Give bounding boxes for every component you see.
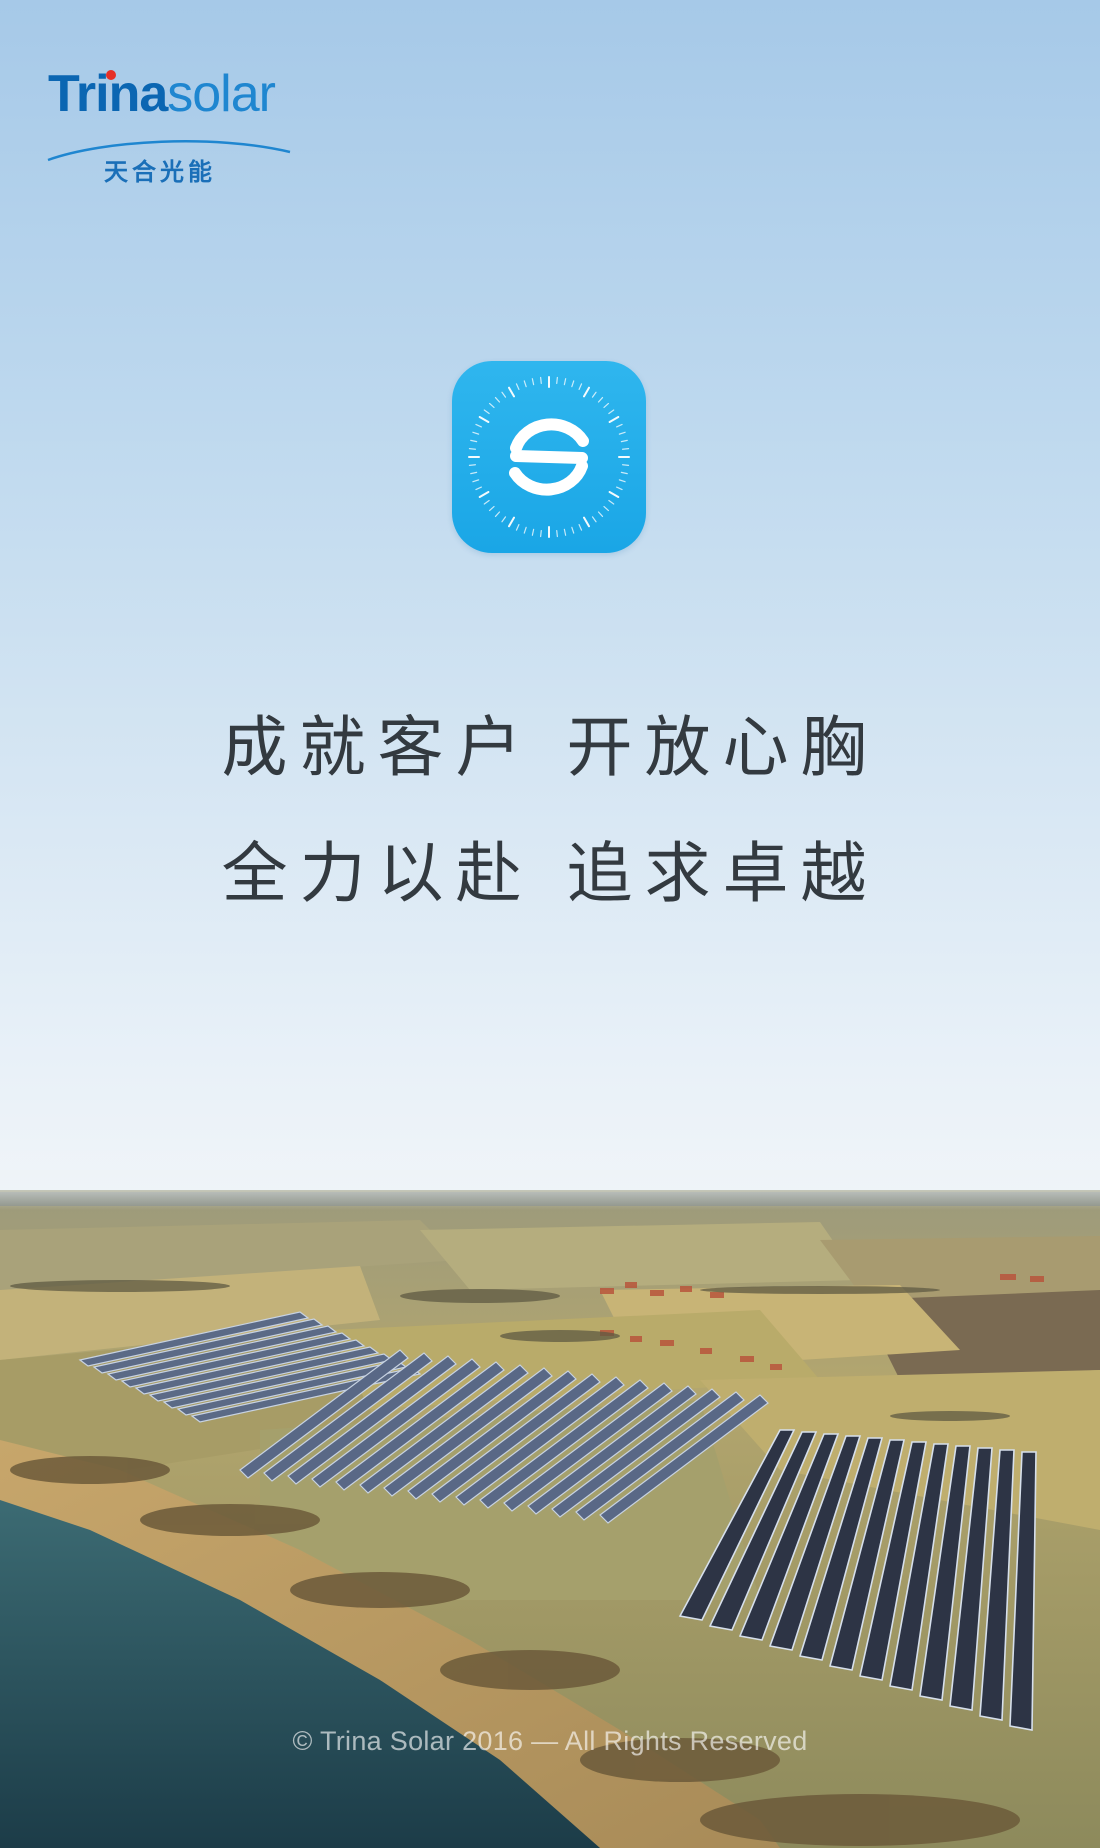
- dial-tick: [597, 511, 604, 518]
- dial-tick: [478, 491, 490, 498]
- dial-tick: [523, 380, 527, 388]
- dial-tick: [470, 439, 478, 443]
- slogan-line-2: 全力以赴 追求卓越: [221, 835, 879, 912]
- splash-screen: Trinasolar 天合光能 成就客户 开放心胸 全力以赴 追求卓越 © Tr…: [0, 0, 1100, 1848]
- dial-tick: [468, 464, 477, 466]
- dial-tick: [621, 448, 630, 450]
- dial-tick: [603, 505, 610, 512]
- logo-wordmark: Trinasolar: [48, 64, 276, 124]
- dial-tick: [540, 376, 542, 385]
- logo-brand-light: solar: [167, 65, 276, 123]
- dial-tick: [583, 516, 590, 528]
- dial-tick: [508, 386, 515, 398]
- dial-tick: [483, 499, 490, 505]
- dial-tick: [475, 486, 482, 491]
- dial-tick: [540, 529, 542, 538]
- logo-chinese-name: 天合光能: [104, 158, 216, 186]
- dial-tick: [531, 528, 535, 536]
- dial-tick: [583, 386, 590, 398]
- dial-tick: [563, 528, 567, 536]
- dial-tick: [618, 479, 626, 483]
- dial-tick: [563, 378, 567, 386]
- dial-tick: [616, 423, 623, 428]
- dial-tick: [597, 396, 604, 403]
- dial-tick: [478, 416, 490, 423]
- trina-solar-logo: Trinasolar 天合光能: [44, 64, 294, 186]
- slogan-line-1: 成就客户 开放心胸: [221, 709, 879, 786]
- dial-tick: [523, 526, 527, 534]
- dial-tick: [494, 511, 501, 518]
- app-icon: [452, 361, 646, 553]
- dial-tick: [608, 416, 620, 423]
- dial-tick: [608, 409, 615, 415]
- dial-tick: [531, 378, 535, 386]
- dial-tick: [556, 376, 558, 385]
- dial-tick: [618, 431, 626, 435]
- dial-tick: [488, 402, 495, 409]
- dial-tick: [472, 431, 480, 435]
- logo-red-dot: [106, 70, 116, 80]
- dial-tick: [578, 524, 583, 531]
- dial-tick: [620, 471, 628, 475]
- dial-tick: [620, 439, 628, 443]
- dial-tick: [578, 383, 583, 390]
- dial-tick: [483, 409, 490, 415]
- dial-tick: [470, 471, 478, 475]
- copyright-text: © Trina Solar 2016 — All Rights Reserved: [292, 1726, 808, 1756]
- dial-tick: [591, 516, 597, 523]
- dial-tick: [468, 448, 477, 450]
- dial-tick: [608, 491, 620, 498]
- dial-tick: [501, 516, 507, 523]
- dial-tick: [475, 423, 482, 428]
- dial-tick: [571, 380, 575, 388]
- dial-tick: [603, 402, 610, 409]
- dial-tick: [616, 486, 623, 491]
- dial-tick: [488, 505, 495, 512]
- dial-tick: [508, 516, 515, 528]
- dial-tick: [591, 391, 597, 398]
- dial-tick: [472, 479, 480, 483]
- dial-tick: [494, 396, 501, 403]
- dial-tick: [556, 529, 558, 538]
- dial-tick: [621, 464, 630, 466]
- dial-tick: [515, 524, 520, 531]
- dial-tick: [608, 499, 615, 505]
- solar-s-dial-icon: [468, 376, 630, 538]
- dial-tick: [571, 526, 575, 534]
- dial-tick: [501, 391, 507, 398]
- dial-tick: [515, 383, 520, 390]
